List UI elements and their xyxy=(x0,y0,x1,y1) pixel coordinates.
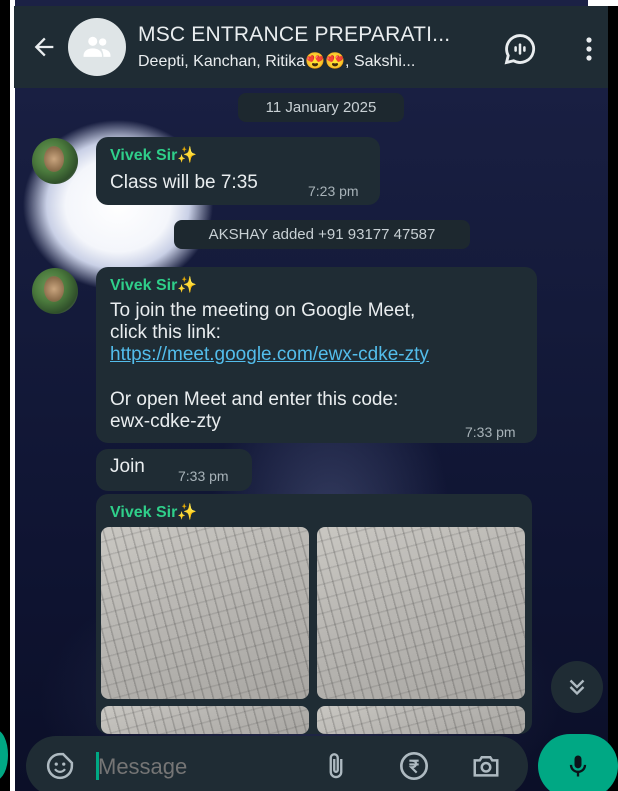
image-thumbnail[interactable] xyxy=(317,527,525,699)
sticker-icon xyxy=(46,752,74,780)
message-bubble[interactable]: Join 7:33 pm xyxy=(96,449,252,491)
meet-link[interactable]: https://meet.google.com/ewx-cdke-zty xyxy=(110,344,429,366)
message-text: click this link: xyxy=(110,322,221,343)
message-bubble[interactable]: Vivek Sir✨ Class will be 7:35 7:23 pm xyxy=(96,137,380,205)
image-thumbnail[interactable] xyxy=(317,706,525,734)
chat-header: MSC ENTRANCE PREPARATI... Deepti, Kancha… xyxy=(14,6,608,88)
screen-edge-line xyxy=(10,0,15,791)
avatar[interactable] xyxy=(32,138,78,184)
message-text: Or open Meet and enter this code: xyxy=(110,389,399,410)
arrow-left-icon xyxy=(34,37,54,57)
message-bubble[interactable]: Vivek Sir✨ To join the meeting on Google… xyxy=(96,267,537,443)
camera-button[interactable] xyxy=(470,750,502,782)
message-text: Class will be 7:35 xyxy=(110,172,258,193)
camera-icon xyxy=(473,756,499,777)
paperclip-icon xyxy=(329,753,343,779)
voice-call-button[interactable] xyxy=(500,29,540,69)
message-sender: Vivek Sir✨ xyxy=(110,147,198,164)
group-members: Deepti, Kanchan, Ritika😍😍, Sakshi... xyxy=(138,53,416,70)
double-chevron-down-icon xyxy=(569,679,585,696)
mic-icon xyxy=(569,755,587,777)
chat-screen: MSC ENTRANCE PREPARATI... Deepti, Kancha… xyxy=(0,0,618,791)
message-sender: Vivek Sir✨ xyxy=(110,277,198,294)
scroll-to-bottom-button[interactable] xyxy=(551,661,603,713)
message-text: Join xyxy=(110,456,145,477)
date-chip: 11 January 2025 xyxy=(238,93,404,122)
more-vertical-icon xyxy=(586,37,592,61)
message-composer xyxy=(26,736,528,791)
message-time: 7:23 pm xyxy=(308,183,359,199)
image-thumbnail[interactable] xyxy=(101,527,309,699)
avatar[interactable] xyxy=(32,268,78,314)
message-time: 7:33 pm xyxy=(178,468,229,484)
more-options-button[interactable] xyxy=(574,29,604,69)
message-sender: Vivek Sir✨ xyxy=(110,504,198,521)
payment-button[interactable] xyxy=(398,750,430,782)
chat-header-info[interactable]: MSC ENTRANCE PREPARATI... Deepti, Kancha… xyxy=(138,23,478,71)
back-button[interactable] xyxy=(24,27,64,67)
system-message: AKSHAY added +91 93177 47587 xyxy=(174,220,470,249)
screen-edge-right xyxy=(608,0,618,791)
group-avatar-icon xyxy=(83,36,111,57)
attach-button[interactable] xyxy=(320,750,352,782)
message-time: 7:33 pm xyxy=(465,424,516,440)
image-thumbnail[interactable] xyxy=(101,706,309,734)
sticker-button[interactable] xyxy=(44,750,76,782)
group-avatar[interactable] xyxy=(68,18,126,76)
message-text: ewx-cdke-zty xyxy=(110,411,221,432)
message-input[interactable] xyxy=(98,750,298,784)
group-title: MSC ENTRANCE PREPARATI... xyxy=(138,23,451,46)
rupee-icon xyxy=(400,752,428,780)
voice-call-icon xyxy=(504,34,536,65)
message-text: To join the meeting on Google Meet, xyxy=(110,300,416,321)
voice-message-button[interactable] xyxy=(538,734,618,791)
